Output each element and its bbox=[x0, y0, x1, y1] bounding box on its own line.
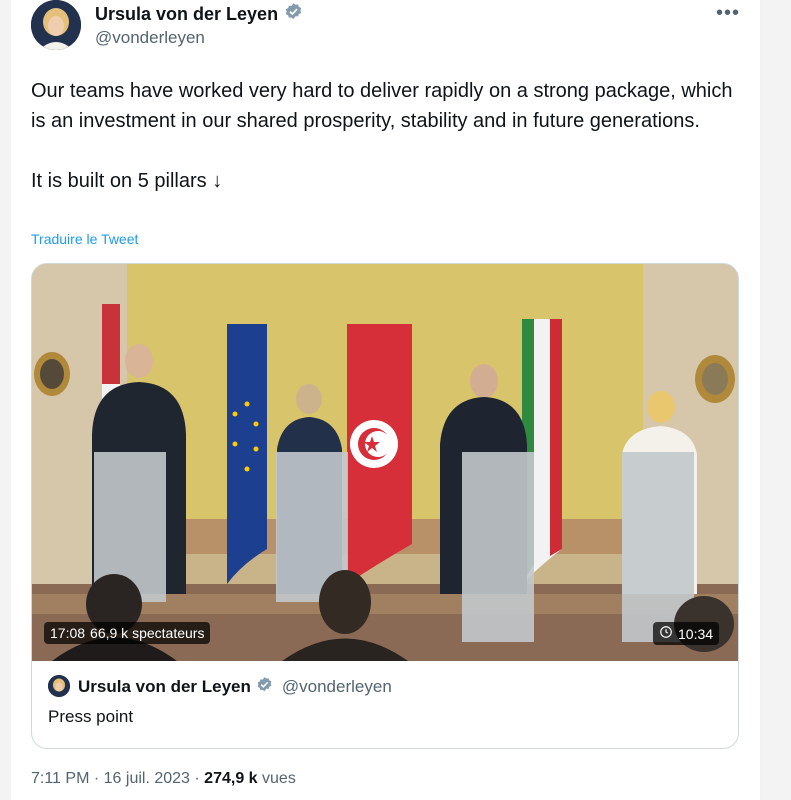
translate-tweet-link[interactable]: Traduire le Tweet bbox=[31, 231, 138, 247]
quoted-author-handle[interactable]: @vonderleyen bbox=[282, 677, 392, 697]
press-conference-video-frame bbox=[32, 264, 738, 661]
quoted-author-name[interactable]: Ursula von der Leyen bbox=[78, 677, 251, 697]
quoted-author-avatar[interactable] bbox=[48, 675, 70, 697]
tweet-paragraph-1: Our teams have worked very hard to deliv… bbox=[31, 80, 733, 132]
replay-clock-icon bbox=[659, 625, 673, 642]
video-duration: 10:34 bbox=[678, 625, 714, 642]
tweet-card: Ursula von der Leyen @vonderleyen ••• Ou… bbox=[10, 0, 761, 800]
live-time: 17:08 bbox=[50, 625, 86, 641]
quoted-author-row[interactable]: Ursula von der Leyen @vonderleyen bbox=[78, 676, 392, 698]
meta-separator: · bbox=[194, 770, 200, 787]
meta-separator: · bbox=[93, 770, 100, 787]
author-name-row[interactable]: Ursula von der Leyen bbox=[95, 2, 303, 26]
viewer-count: 66,9 k spectateurs bbox=[90, 625, 205, 641]
tweet-time[interactable]: 7:11 PM bbox=[31, 770, 89, 787]
tweet-paragraph-2: It is built on 5 pillars ↓ bbox=[31, 170, 223, 192]
views-count: 274,9 k bbox=[204, 770, 258, 787]
more-options-icon[interactable]: ••• bbox=[716, 2, 740, 25]
author-handle[interactable]: @vonderleyen bbox=[95, 28, 205, 48]
live-stats-badge: 17:08 66,9 k spectateurs bbox=[44, 622, 211, 644]
tweet-date[interactable]: 16 juil. 2023 bbox=[104, 770, 190, 787]
duration-badge: 10:34 bbox=[653, 622, 720, 645]
video-player[interactable]: 17:08 66,9 k spectateurs 10:34 bbox=[32, 264, 738, 661]
author-name[interactable]: Ursula von der Leyen bbox=[95, 4, 278, 25]
quoted-text: Press point bbox=[48, 707, 134, 726]
verified-badge-icon bbox=[284, 2, 303, 26]
quoted-tweet[interactable]: Ursula von der Leyen @vonderleyen Press … bbox=[32, 661, 738, 748]
tweet-text: Our teams have worked very hard to deliv… bbox=[31, 76, 736, 196]
tweet-meta: 7:11 PM · 16 juil. 2023 · 274,9 k vues bbox=[31, 770, 296, 788]
views-label: vues bbox=[262, 770, 296, 787]
author-avatar[interactable] bbox=[31, 0, 81, 50]
verified-badge-icon bbox=[256, 676, 273, 698]
media-card: 17:08 66,9 k spectateurs 10:34 Ursula vo… bbox=[31, 263, 739, 749]
